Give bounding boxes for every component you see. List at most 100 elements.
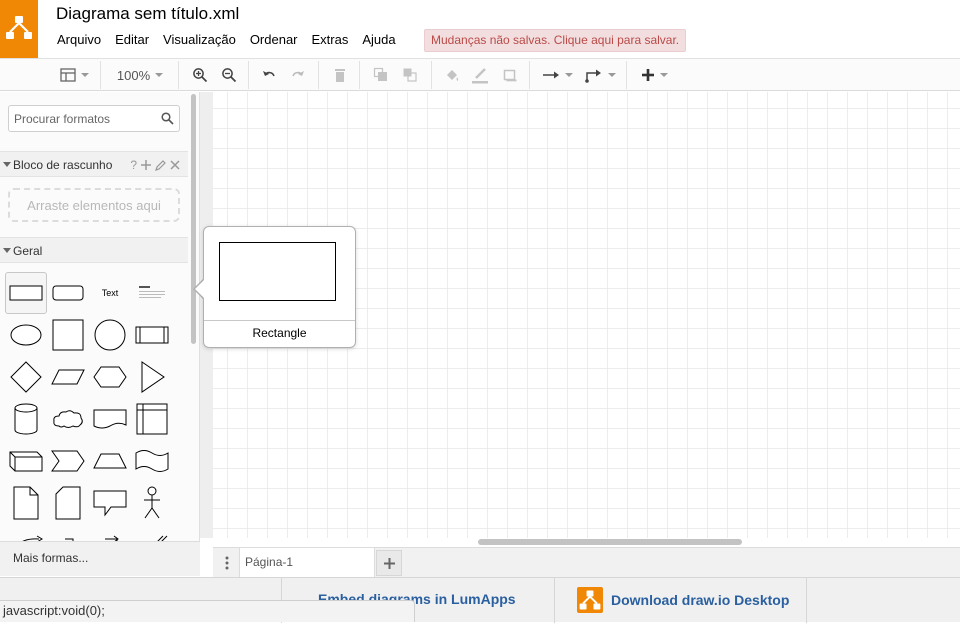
shape-card[interactable]: [47, 482, 89, 524]
shape-ellipse[interactable]: [5, 314, 47, 356]
toolbar-divider: [529, 61, 530, 89]
canvas-horizontal-scrollbar[interactable]: [478, 539, 742, 545]
shadow-button[interactable]: [499, 59, 521, 91]
add-page-button[interactable]: [376, 550, 402, 576]
general-section-title: Geral: [13, 244, 43, 258]
shape-cloud[interactable]: [47, 398, 89, 440]
shape-actor[interactable]: [131, 482, 173, 524]
page-tab-bar: Página-1: [213, 547, 960, 577]
shape-textbox[interactable]: [131, 272, 173, 314]
shape-circle[interactable]: [89, 314, 131, 356]
to-front-button[interactable]: [370, 59, 392, 91]
menu-view[interactable]: Visualização: [156, 30, 243, 50]
zoom-out-button[interactable]: [218, 59, 240, 91]
connection-style-button[interactable]: [540, 59, 574, 91]
unsaved-changes-banner[interactable]: Mudanças não salvas. Clique aqui para sa…: [424, 29, 687, 52]
to-back-icon: [403, 68, 417, 82]
help-icon[interactable]: ?: [130, 158, 137, 172]
redo-button[interactable]: [287, 59, 309, 91]
shape-callout[interactable]: [89, 482, 131, 524]
shape-rectangle[interactable]: [5, 272, 47, 314]
rectangle-shape-icon: [9, 285, 43, 301]
shape-triangle[interactable]: [131, 356, 173, 398]
waypoints-icon: [584, 69, 601, 83]
plus-icon: [641, 69, 654, 81]
card-shape-icon: [55, 486, 81, 520]
document-shape-icon: [93, 409, 127, 429]
menu-arrange[interactable]: Ordenar: [243, 30, 305, 50]
scratchpad-header[interactable]: Bloco de rascunho ?: [0, 151, 188, 177]
tooltip-shape-name: Rectangle: [252, 326, 307, 340]
download-desktop-link[interactable]: Download draw.io Desktop: [611, 592, 789, 608]
toolbar-divider: [359, 61, 360, 89]
cloud-shape-icon: [53, 410, 83, 428]
shape-parallelogram[interactable]: [47, 356, 89, 398]
zoom-select[interactable]: 100%: [110, 59, 170, 91]
ellipse-shape-icon: [10, 324, 42, 346]
text-shape-label: Text: [101, 288, 119, 298]
shape-process[interactable]: [131, 314, 173, 356]
scratchpad-tools: ?: [130, 158, 180, 172]
shape-text[interactable]: Text: [89, 272, 131, 314]
search-icon[interactable]: [161, 112, 174, 125]
page-menu-button[interactable]: [219, 555, 235, 571]
toolbar: 100%: [0, 58, 960, 91]
toolbar-divider: [100, 61, 101, 89]
toolbar-divider: [318, 61, 319, 89]
format-panel-button[interactable]: [56, 59, 92, 91]
document-title[interactable]: Diagrama sem título.xml: [56, 4, 239, 24]
shape-search-input[interactable]: [14, 110, 154, 128]
actor-shape-icon: [144, 486, 160, 519]
shape-hexagon[interactable]: [89, 356, 131, 398]
menu-file[interactable]: Arquivo: [50, 30, 108, 50]
diamond-shape-icon: [10, 361, 42, 393]
chevron-down-icon: [564, 73, 573, 77]
sidebar-scrollbar[interactable]: [191, 94, 196, 344]
undo-button[interactable]: [258, 59, 280, 91]
toolbar-divider: [626, 61, 627, 89]
more-shapes-button[interactable]: Mais formas...: [0, 541, 200, 576]
shape-note[interactable]: [5, 482, 47, 524]
more-vertical-icon: [225, 556, 229, 570]
shape-diamond[interactable]: [5, 356, 47, 398]
page-tab[interactable]: Página-1: [239, 548, 375, 577]
connection-icon: [542, 71, 559, 79]
tape-shape-icon: [135, 450, 169, 472]
menu-edit[interactable]: Editar: [108, 30, 156, 50]
scratchpad-drop-zone[interactable]: Arraste elementos aqui: [8, 188, 180, 222]
triangle-shape-icon: [141, 361, 165, 393]
drawio-logo[interactable]: [0, 0, 38, 58]
add-icon[interactable]: [141, 160, 151, 170]
edit-icon[interactable]: [155, 159, 166, 171]
fill-color-button[interactable]: [441, 59, 463, 91]
cube-shape-icon: [9, 451, 43, 472]
line-color-button[interactable]: [469, 59, 491, 91]
cylinder-shape-icon: [14, 403, 38, 435]
drawio-desktop-icon: [577, 587, 603, 613]
tooltip-arrow-fill: [195, 279, 205, 299]
shape-preview-tooltip: Rectangle: [203, 226, 356, 348]
shape-rounded-rectangle[interactable]: [47, 272, 89, 314]
to-back-button[interactable]: [399, 59, 421, 91]
note-shape-icon: [13, 486, 39, 520]
delete-icon: [335, 69, 345, 82]
general-section-header[interactable]: Geral: [0, 237, 188, 263]
delete-button[interactable]: [329, 59, 351, 91]
insert-button[interactable]: [636, 59, 672, 91]
circle-shape-icon: [94, 319, 126, 351]
shape-step[interactable]: [47, 440, 89, 482]
zoom-in-button[interactable]: [189, 59, 211, 91]
menu-extras[interactable]: Extras: [305, 30, 356, 50]
shape-document[interactable]: [89, 398, 131, 440]
close-icon[interactable]: [170, 160, 180, 170]
toolbar-divider: [248, 61, 249, 89]
textbox-shape-icon: [139, 286, 165, 298]
shape-internal-storage[interactable]: [131, 398, 173, 440]
menu-help[interactable]: Ajuda: [355, 30, 402, 50]
shape-square[interactable]: [47, 314, 89, 356]
shape-trapezoid[interactable]: [89, 440, 131, 482]
shape-cube[interactable]: [5, 440, 47, 482]
shape-cylinder[interactable]: [5, 398, 47, 440]
waypoints-button[interactable]: [583, 59, 617, 91]
shape-tape[interactable]: [131, 440, 173, 482]
